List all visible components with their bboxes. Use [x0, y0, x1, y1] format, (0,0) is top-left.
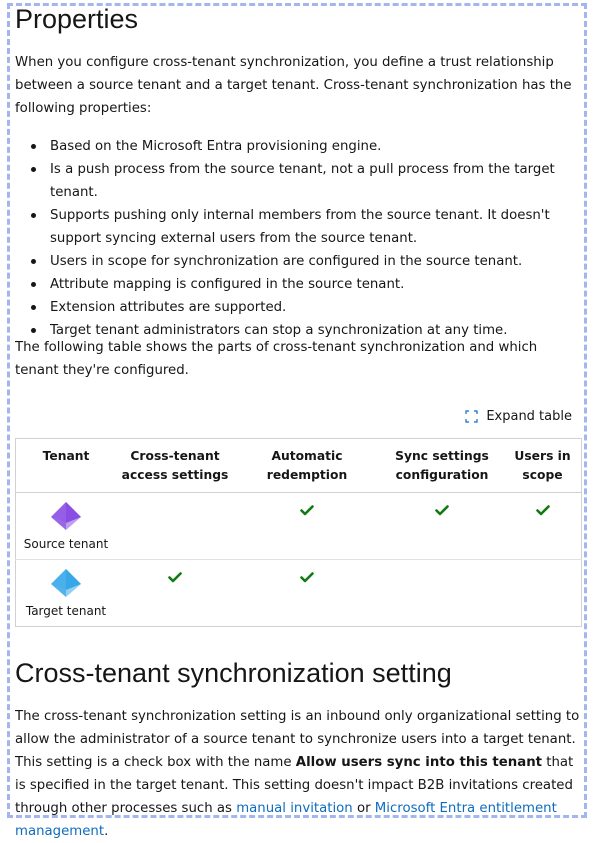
table-row: Target tenant — [15, 559, 582, 627]
table-row: Source tenant — [15, 492, 582, 560]
table-cell — [380, 492, 504, 560]
table-cell — [380, 559, 504, 627]
expand-table-button[interactable]: Expand table — [465, 409, 572, 424]
checkmark-icon — [435, 505, 449, 516]
header-cross-tenant-access: Cross-tenant access settings — [116, 438, 234, 493]
list-item: Attribute mapping is configured in the s… — [31, 273, 581, 296]
source-tenant-icon — [51, 502, 81, 530]
sync-setting-end: . — [104, 824, 109, 839]
table-cell — [504, 559, 582, 627]
header-sync-settings: Sync settings configuration — [380, 438, 504, 493]
tenant-label: Source tenant — [23, 537, 109, 551]
header-automatic-redemption: Automatic redemption — [234, 438, 380, 493]
sync-setting-or: or — [352, 801, 375, 816]
table-cell — [234, 492, 380, 560]
sync-setting-paragraph: The cross-tenant synchronization setting… — [15, 705, 581, 843]
tenant-table: Tenant Cross-tenant access settings Auto… — [15, 438, 582, 627]
sync-setting-heading: Cross-tenant synchronization setting — [15, 658, 452, 688]
setting-name: Allow users sync into this tenant — [295, 755, 543, 770]
checkmark-icon — [300, 572, 314, 583]
list-item: Is a push process from the source tenant… — [31, 158, 581, 204]
list-item: Extension attributes are supported. — [31, 296, 581, 319]
table-intro: The following table shows the parts of c… — [15, 340, 538, 378]
properties-intro: When you configure cross-tenant synchron… — [15, 55, 572, 116]
expand-table-label: Expand table — [486, 409, 572, 424]
expand-icon — [465, 410, 478, 423]
properties-heading: Properties — [15, 4, 139, 34]
table-cell — [116, 559, 234, 627]
properties-list: Based on the Microsoft Entra provisionin… — [15, 135, 581, 342]
header-tenant: Tenant — [15, 438, 116, 493]
checkmark-icon — [535, 505, 550, 516]
list-item: Users in scope for synchronization are c… — [31, 250, 581, 273]
table-cell — [234, 559, 380, 627]
target-tenant-icon — [51, 569, 81, 597]
tenant-cell: Source tenant — [15, 492, 116, 560]
manual-invitation-link[interactable]: manual invitation — [236, 801, 353, 816]
header-users-in-scope: Users in scope — [504, 438, 582, 493]
list-item: Supports pushing only internal members f… — [31, 204, 581, 250]
table-cell — [116, 492, 234, 560]
checkmark-icon — [300, 505, 314, 516]
table-cell — [504, 492, 582, 560]
tenant-cell: Target tenant — [15, 559, 116, 627]
checkmark-icon — [168, 572, 182, 583]
tenant-label: Target tenant — [25, 604, 107, 618]
list-item: Based on the Microsoft Entra provisionin… — [31, 135, 581, 158]
table-header-row: Tenant Cross-tenant access settings Auto… — [15, 438, 582, 493]
